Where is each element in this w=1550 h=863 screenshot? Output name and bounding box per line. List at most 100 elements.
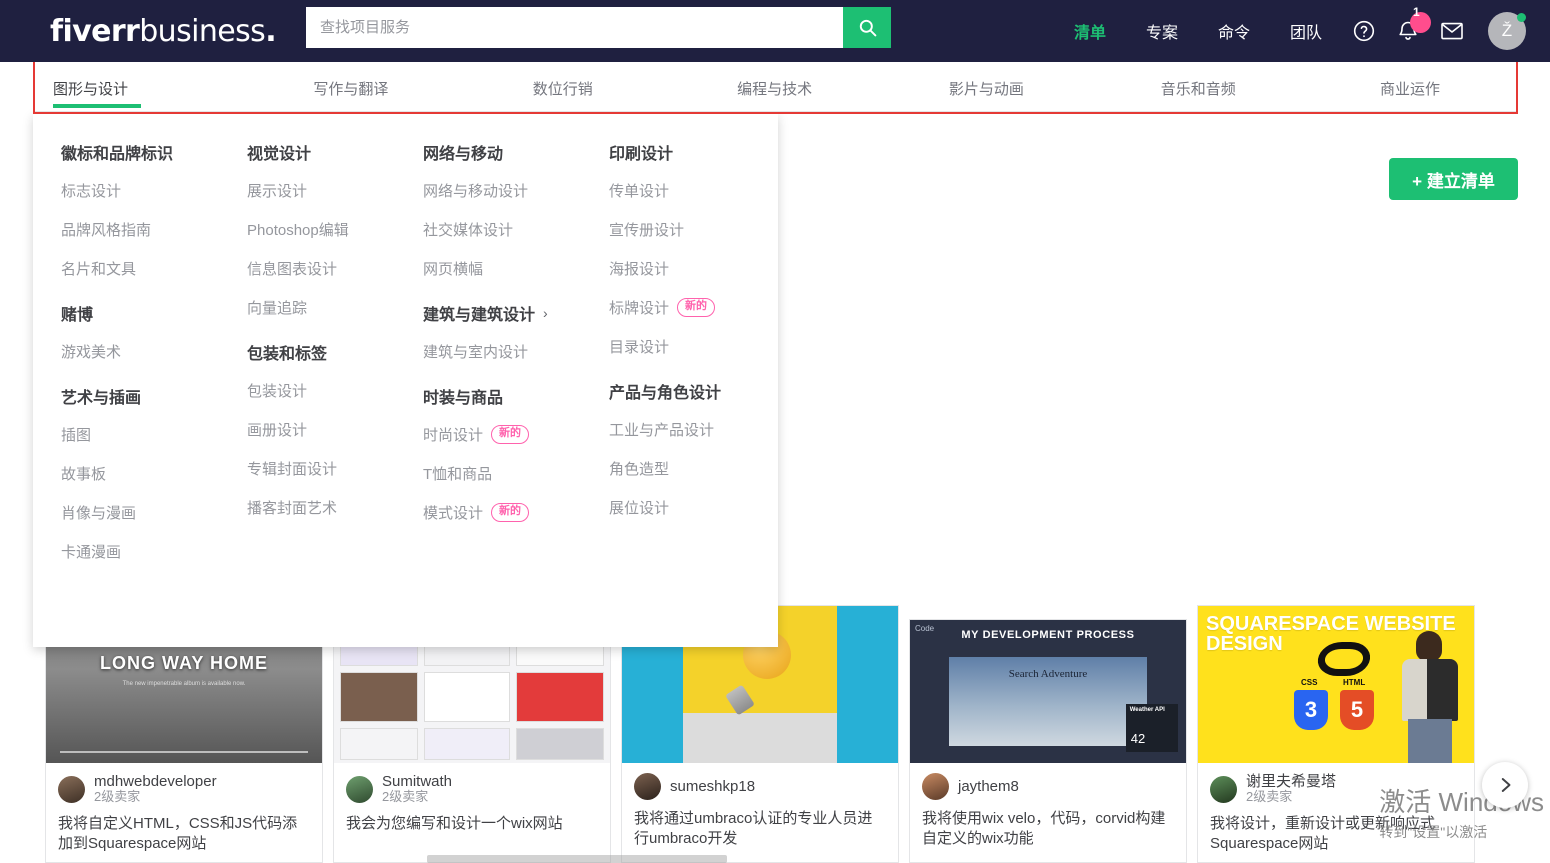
seller-level: 2级卖家 <box>382 790 452 805</box>
messages-button[interactable] <box>1430 11 1474 51</box>
user-avatar[interactable]: Ž <box>1488 12 1526 50</box>
dropdown-item-label: 时尚设计 <box>423 424 483 445</box>
gig-seller[interactable]: Sumitwath 2级卖家 <box>346 773 598 805</box>
dropdown-item-portraits-caricatures[interactable]: 肖像与漫画 <box>61 502 225 523</box>
dropdown-group-title: 时装与商品 <box>423 384 595 408</box>
dropdown-item-vector-tracing[interactable]: 向量追踪 <box>247 297 407 318</box>
dropdown-item-web-banners[interactable]: 网页横幅 <box>423 258 595 279</box>
dropdown-item-illustration[interactable]: 插图 <box>61 424 225 445</box>
dropdown-item-brochure-design[interactable]: 宣传册设计 <box>609 219 778 240</box>
gig-thumbnail[interactable]: Code MY DEVELOPMENT PROCESS Search Adven… <box>910 620 1186 763</box>
dropdown-item-storyboards[interactable]: 故事板 <box>61 463 225 484</box>
dropdown-item-business-cards-stationery[interactable]: 名片和文具 <box>61 258 225 279</box>
fiverr-business-logo[interactable]: fiverrbusiness. <box>50 14 276 49</box>
dropdown-item-photoshop-editing[interactable]: Photoshop编辑 <box>247 219 407 240</box>
category-nav-bar: 图形与设计 写作与翻译 数位行销 编程与技术 影片与动画 音乐和音频 商业运作 <box>33 62 1518 114</box>
gig-title[interactable]: 我会为您编写和设计一个wix网站 <box>346 814 598 834</box>
category-tab-music-audio[interactable]: 音乐和音频 <box>1092 62 1304 111</box>
dropdown-column-4: 印刷设计 传单设计 宣传册设计 海报设计 标牌设计 新的 目录设计 产品与角色设… <box>595 140 778 647</box>
thumbnail-person <box>1394 625 1468 763</box>
dropdown-group-fashion-merchandise: 时装与商品 时尚设计 新的 T恤和商品 模式设计 新的 <box>423 384 595 523</box>
gig-card[interactable]: Code MY DEVELOPMENT PROCESS Search Adven… <box>909 619 1187 863</box>
seller-name: sumeshkp18 <box>670 778 755 795</box>
dropdown-group-title-architecture[interactable]: 建筑与建筑设计 › <box>423 301 595 325</box>
online-status-dot <box>1517 13 1526 22</box>
thumbnail-screen: Search Adventure <box>949 657 1148 746</box>
gig-title[interactable]: 我将设计，重新设计或更新响应式Squarespace网站 <box>1210 814 1462 854</box>
dropdown-item-infographic-design[interactable]: 信息图表设计 <box>247 258 407 279</box>
dropdown-group-title: 徽标和品牌标识 <box>61 140 225 164</box>
dropdown-item-catalog-design[interactable]: 目录设计 <box>609 336 778 357</box>
dropdown-item-tshirts-merchandise[interactable]: T恤和商品 <box>423 463 595 484</box>
dropdown-item-cartoons-comics[interactable]: 卡通漫画 <box>61 541 225 562</box>
search-button[interactable] <box>843 7 891 48</box>
dropdown-item-album-cover-design[interactable]: 专辑封面设计 <box>247 458 407 479</box>
dropdown-item-book-design[interactable]: 画册设计 <box>247 419 407 440</box>
dropdown-item-packaging-design[interactable]: 包装设计 <box>247 380 407 401</box>
category-tab-writing-translation[interactable]: 写作与翻译 <box>245 62 457 111</box>
dropdown-item-architecture-interior-design[interactable]: 建筑与室内设计 <box>423 341 595 362</box>
nav-item-team[interactable]: 团队 <box>1270 19 1342 43</box>
dropdown-item-flyer-design[interactable]: 传单设计 <box>609 180 778 201</box>
dropdown-group-title: 网络与移动 <box>423 140 595 164</box>
dropdown-item-presentation-design[interactable]: 展示设计 <box>247 180 407 201</box>
chevron-right-icon: › <box>543 305 548 321</box>
dropdown-item-social-media-design[interactable]: 社交媒体设计 <box>423 219 595 240</box>
gig-title[interactable]: 我将自定义HTML，CSS和JS代码添加到Squarespace网站 <box>58 814 310 854</box>
dropdown-item-label: 标牌设计 <box>609 297 669 318</box>
dropdown-item-game-art[interactable]: 游戏美术 <box>61 341 225 362</box>
dropdown-item-web-mobile-design[interactable]: 网络与移动设计 <box>423 180 595 201</box>
envelope-icon <box>1440 21 1464 41</box>
thumbnail-weather-widget: Weather API 42 <box>1126 704 1178 752</box>
gig-seller[interactable]: 谢里夫希曼塔 2级卖家 <box>1210 773 1462 805</box>
gig-thumbnail-title: MY DEVELOPMENT PROCESS <box>910 629 1186 641</box>
dropdown-item-pattern-design[interactable]: 模式设计 新的 <box>423 502 595 523</box>
gig-seller[interactable]: jaythem8 <box>922 773 1174 800</box>
seller-name: mdhwebdeveloper <box>94 773 217 790</box>
dropdown-item-industrial-product-design[interactable]: 工业与产品设计 <box>609 419 778 440</box>
dropdown-item-fashion-design[interactable]: 时尚设计 新的 <box>423 424 595 445</box>
carousel-next-button[interactable] <box>1482 762 1528 808</box>
seller-name: Sumitwath <box>382 773 452 790</box>
category-tab-programming-tech[interactable]: 编程与技术 <box>669 62 881 111</box>
gig-title[interactable]: 我将通过umbraco认证的专业人员进行umbraco开发 <box>634 809 886 849</box>
dropdown-item-character-modeling[interactable]: 角色造型 <box>609 458 778 479</box>
dropdown-item-signage-design[interactable]: 标牌设计 新的 <box>609 297 778 318</box>
dropdown-item-poster-design[interactable]: 海报设计 <box>609 258 778 279</box>
nav-item-orders[interactable]: 命令 <box>1198 19 1270 43</box>
widget-temperature: 42 <box>1131 731 1178 746</box>
page-root: fiverrbusiness. 清单 专案 命令 团队 <box>0 0 1550 863</box>
gig-card-body: sumeshkp18 我将通过umbraco认证的专业人员进行umbraco开发 <box>622 763 898 862</box>
gig-card-body: 谢里夫希曼塔 2级卖家 我将设计，重新设计或更新响应式Squarespace网站 <box>1198 763 1474 862</box>
html-label: HTML <box>1343 678 1365 687</box>
search-input[interactable] <box>306 7 843 48</box>
nav-item-projects[interactable]: 专案 <box>1126 19 1198 43</box>
thumbnail-shape <box>683 713 838 763</box>
gig-card[interactable]: SQUARESPACE WEBSITE DESIGN CSS HTML 3 5 … <box>1197 605 1475 863</box>
dropdown-group-product-character-design: 产品与角色设计 工业与产品设计 角色造型 展位设计 <box>609 379 778 518</box>
dropdown-item-booth-design[interactable]: 展位设计 <box>609 497 778 518</box>
create-list-button[interactable]: + 建立清单 <box>1389 158 1518 200</box>
category-tab-video-animation[interactable]: 影片与动画 <box>880 62 1092 111</box>
category-tab-digital-marketing[interactable]: 数位行销 <box>457 62 669 111</box>
category-tab-graphics-design[interactable]: 图形与设计 <box>35 62 245 111</box>
horizontal-scrollbar[interactable] <box>427 855 727 863</box>
dropdown-group-title: 艺术与插画 <box>61 384 225 408</box>
dropdown-group-packaging-label: 包装和标签 包装设计 画册设计 专辑封面设计 播客封面艺术 <box>247 340 407 518</box>
dropdown-item-podcast-cover-art[interactable]: 播客封面艺术 <box>247 497 407 518</box>
gig-card[interactable]: Sumitwath 2级卖家 我会为您编写和设计一个wix网站 <box>333 619 611 863</box>
gig-seller[interactable]: sumeshkp18 <box>634 773 886 800</box>
gig-thumbnail-subtitle: The new impenetrable album is available … <box>46 681 322 687</box>
notifications-button[interactable]: 1 <box>1386 11 1430 51</box>
category-tab-business[interactable]: 商业运作 <box>1304 62 1516 111</box>
nav-item-lists[interactable]: 清单 <box>1054 19 1126 43</box>
help-button[interactable] <box>1342 11 1386 51</box>
gig-seller[interactable]: mdhwebdeveloper 2级卖家 <box>58 773 310 805</box>
dropdown-item-brand-style-guides[interactable]: 品牌风格指南 <box>61 219 225 240</box>
seller-avatar <box>346 776 373 803</box>
chevron-right-icon <box>1496 776 1514 794</box>
gig-title[interactable]: 我将使用wix velo，代码，corvid构建自定义的wix功能 <box>922 809 1174 849</box>
dropdown-item-logo-design[interactable]: 标志设计 <box>61 180 225 201</box>
gig-thumbnail[interactable]: SQUARESPACE WEBSITE DESIGN CSS HTML 3 5 <box>1198 606 1474 763</box>
new-badge: 新的 <box>677 298 715 316</box>
